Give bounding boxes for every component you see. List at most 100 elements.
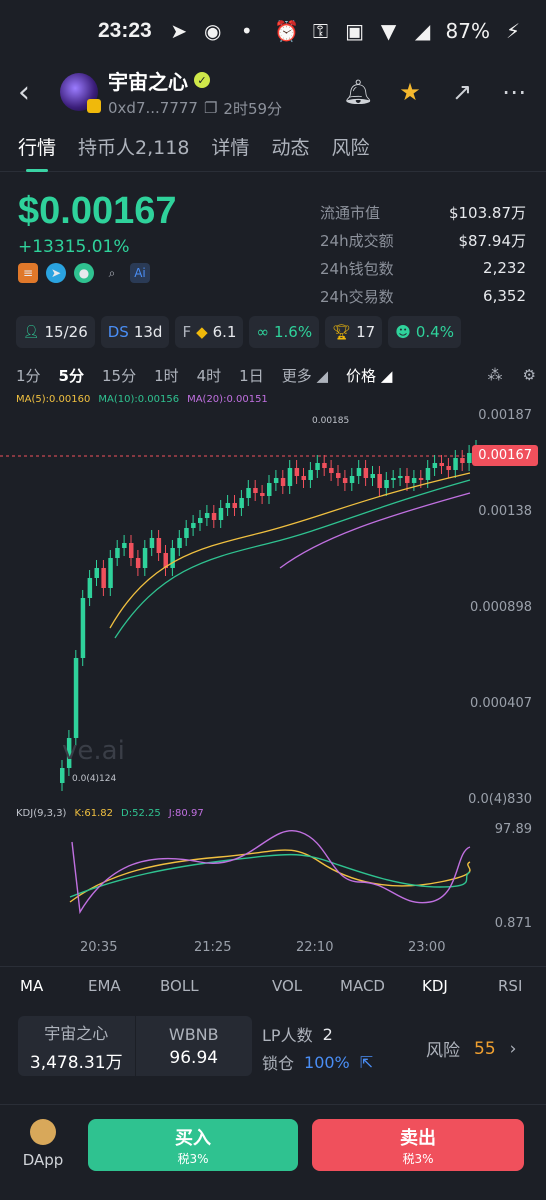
coins-icon[interactable]: ≡	[18, 263, 38, 283]
kdj-chart[interactable]	[0, 822, 546, 932]
candle-body	[101, 568, 106, 588]
tab-holders[interactable]: 持币人2,118	[78, 122, 189, 172]
chip-score[interactable]: F ◆ 6.1	[175, 316, 244, 348]
chip-holders-ratio[interactable]: 👤︎ 15/26	[16, 316, 95, 348]
kdj-y-max: 97.89	[494, 822, 532, 837]
candle-body	[170, 548, 175, 568]
lp-info: LP人数 2 锁仓 100% ⇱	[262, 1020, 373, 1076]
chat-icon[interactable]: ●	[74, 263, 94, 283]
dapp-label: DApp	[22, 1151, 64, 1169]
more-icon[interactable]: ⋯	[500, 78, 528, 106]
chip-sniper[interactable]: ☻ 0.4%	[388, 316, 461, 348]
indicator-ma[interactable]: MA	[20, 977, 43, 995]
buy-label: 买入	[175, 1127, 211, 1149]
interval-selector: 1分 5分 15分 1时 4时 1日 更多 ◢ 价格 ◢ ⁂ ⚙	[16, 362, 536, 388]
dapp-button[interactable]: DApp	[20, 1119, 66, 1169]
trophy-icon: 🏆︎	[332, 323, 352, 341]
interval-more[interactable]: 更多 ◢	[282, 365, 328, 386]
candle-body	[329, 468, 334, 473]
price-toggle[interactable]: 价格 ◢	[346, 365, 392, 386]
interval-1h[interactable]: 1时	[154, 365, 179, 386]
more-label: 更多	[281, 366, 312, 385]
interval-4h[interactable]: 4时	[197, 365, 222, 386]
lock-value[interactable]: 100%	[304, 1053, 350, 1072]
indicator-boll[interactable]: BOLL	[160, 977, 199, 995]
stat-label: 24h钱包数	[320, 259, 394, 278]
candle-body	[377, 474, 382, 488]
candle-body	[94, 568, 99, 578]
external-link-icon[interactable]: ⇱	[360, 1053, 373, 1072]
alarm-icon: ⏰	[274, 19, 299, 43]
lock-label: 锁仓	[262, 1054, 295, 1073]
x-tick: 23:00	[408, 940, 446, 955]
star-icon[interactable]: ★	[396, 78, 424, 106]
settings-icon[interactable]: ⚙	[523, 366, 536, 384]
chip-label: F	[182, 323, 192, 341]
kdj-d: D:52.25	[121, 808, 161, 819]
sell-button[interactable]: 卖出 税3%	[312, 1119, 524, 1171]
kdj-line	[69, 849, 471, 903]
x-tick: 20:35	[80, 940, 118, 955]
current-price: $0.00167	[18, 190, 177, 232]
high-annotation: 0.00185	[312, 416, 350, 426]
interval-1m[interactable]: 1分	[16, 365, 41, 386]
bell-icon[interactable]: 🔔︎	[343, 78, 373, 106]
candle-body	[142, 548, 148, 568]
candle-body	[156, 538, 162, 553]
tab-risk[interactable]: 风险	[331, 122, 369, 172]
liquidity-pool[interactable]: 宇宙之心 3,478.31万 WBNB 96.94	[18, 1016, 252, 1076]
share-icon[interactable]: ↗	[448, 78, 476, 106]
candle-body	[467, 453, 472, 463]
copy-icon[interactable]: ❐	[204, 99, 217, 117]
watermark: ve.ai	[62, 736, 125, 766]
indicator-vol[interactable]: VOL	[272, 977, 302, 995]
back-icon[interactable]: ‹	[18, 75, 54, 110]
x-tick: 22:10	[296, 940, 334, 955]
tab-market[interactable]: 行情	[18, 122, 56, 172]
chip-value: 1.6%	[273, 323, 313, 341]
lp-count-value: 2	[322, 1024, 333, 1044]
chip-ds[interactable]: DS 13d	[100, 316, 170, 348]
pool-base-value: 96.94	[169, 1047, 219, 1068]
candle-body	[287, 468, 293, 486]
y-label: 0.000898	[469, 600, 532, 615]
price-section: $0.00167 +13315.01% ≡ ➤ ● ⌕ Ai	[18, 190, 298, 283]
tab-details[interactable]: 详情	[211, 122, 249, 172]
stat-value: $103.87万	[448, 203, 526, 222]
chevron-right-icon: ›	[509, 1038, 517, 1059]
chip-trophy[interactable]: 🏆︎ 17	[325, 316, 383, 348]
candle-body	[184, 528, 189, 538]
search-icon[interactable]: ⌕	[102, 263, 122, 283]
telegram-icon[interactable]: ➤	[46, 263, 66, 283]
risk-score[interactable]: 风险 55 ›	[426, 1036, 517, 1062]
indicator-kdj[interactable]: KDJ	[422, 977, 448, 995]
y-label: 0.00138	[478, 504, 532, 519]
stat-label: 流通市值	[320, 203, 381, 222]
indicator-macd[interactable]: MACD	[340, 977, 385, 995]
indicator-rsi[interactable]: RSI	[498, 977, 522, 995]
status-time: 23:23	[98, 19, 152, 42]
candle-body	[80, 598, 86, 658]
buy-button[interactable]: 买入 税3%	[88, 1119, 298, 1171]
kdj-j: J:80.97	[168, 808, 204, 819]
y-label: 0.00187	[478, 408, 532, 423]
tab-activity[interactable]: 动态	[271, 122, 309, 172]
interval-1d[interactable]: 1日	[239, 365, 264, 386]
indicator-tabs: MA EMA BOLL VOL MACD KDJ RSI	[0, 966, 546, 1004]
indicator-ema[interactable]: EMA	[88, 977, 121, 995]
pool-base-label: WBNB	[168, 1024, 219, 1044]
chip-bundle[interactable]: ∞ 1.6%	[249, 316, 320, 348]
market-stats: 流通市值 $103.87万 24h成交额 $87.94万 24h钱包数 2,232 2…	[320, 198, 526, 310]
interval-15m[interactable]: 15分	[102, 365, 136, 386]
candle-body	[246, 488, 251, 498]
ma10-label: MA(10):0.00156	[98, 394, 180, 405]
candle-body	[198, 518, 203, 523]
stat-row: 流通市值 $103.87万	[320, 198, 526, 226]
interval-5m[interactable]: 5分	[59, 365, 84, 386]
ai-icon[interactable]: Ai	[130, 263, 150, 283]
indicator-icon[interactable]: ⁂	[488, 366, 503, 384]
ghost-icon: ☻	[395, 323, 411, 341]
stat-label: 24h成交额	[320, 231, 394, 250]
token-address: 0xd7...7777	[108, 99, 198, 117]
candle-body	[129, 543, 134, 558]
